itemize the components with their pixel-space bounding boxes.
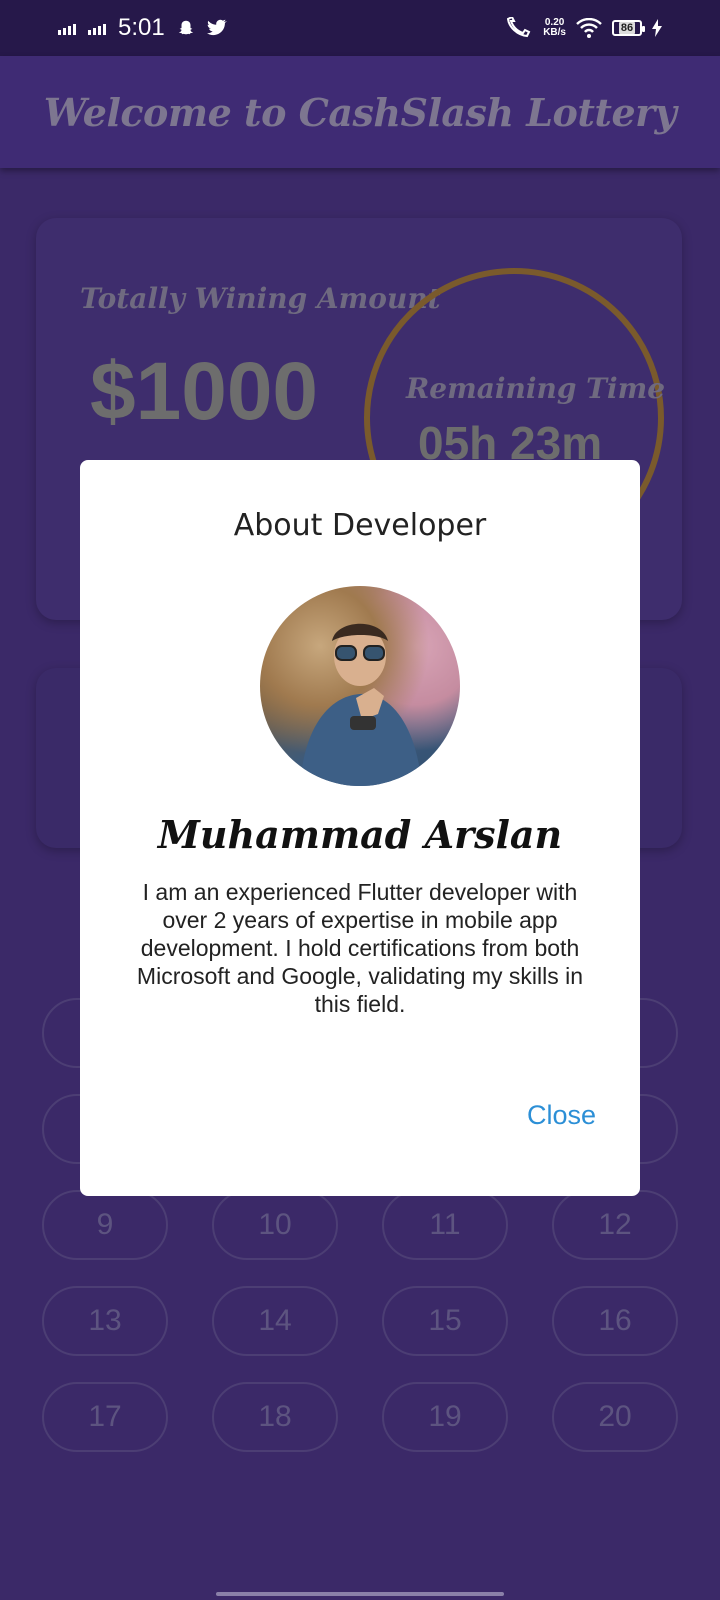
- status-bar: 5:01 0.20 KB/s 86: [0, 0, 720, 56]
- developer-avatar: [260, 586, 460, 786]
- home-indicator[interactable]: [216, 1592, 504, 1596]
- snapchat-icon: [178, 20, 193, 35]
- wifi-call-icon: [507, 17, 531, 38]
- signal-1-icon: [58, 21, 76, 35]
- developer-photo: [300, 623, 422, 786]
- network-speed: 0.20 KB/s: [543, 17, 566, 38]
- close-button[interactable]: Close: [527, 1100, 596, 1131]
- charging-icon: [652, 19, 662, 37]
- battery-icon: 86: [612, 20, 645, 36]
- developer-bio: I am an experienced Flutter developer wi…: [136, 879, 584, 1017]
- developer-name: Muhammad Arslan: [157, 812, 563, 857]
- wifi-icon: [576, 18, 602, 38]
- about-developer-dialog: About Developer Muhammad Arslan I am an …: [80, 460, 640, 1196]
- dialog-title: About Developer: [233, 508, 487, 543]
- twitter-icon: [206, 19, 227, 36]
- signal-2-icon: [88, 21, 106, 35]
- clock: 5:01: [118, 14, 165, 41]
